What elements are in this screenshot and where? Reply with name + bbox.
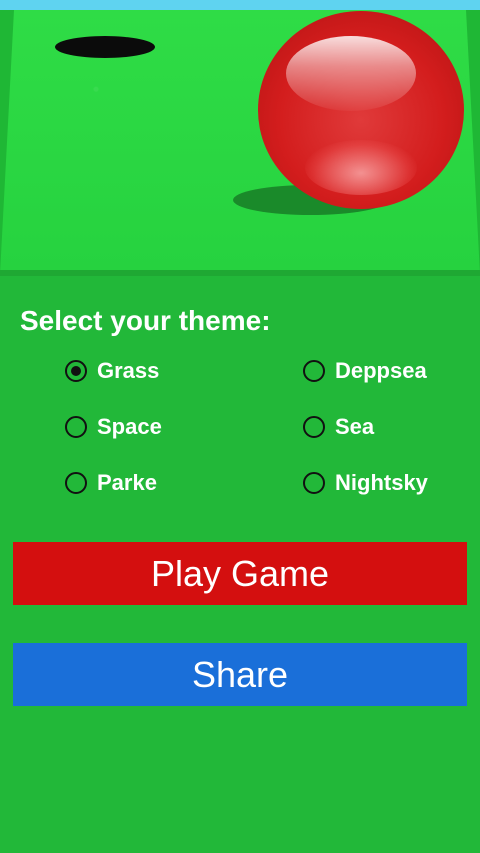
hole: [55, 36, 155, 58]
theme-label: Sea: [335, 414, 375, 439]
theme-label: Grass: [97, 358, 160, 383]
radio-sea[interactable]: [303, 416, 325, 438]
theme-option-space[interactable]: Space: [65, 414, 162, 440]
theme-option-nightsky[interactable]: Nightsky: [303, 470, 428, 496]
play-game-button[interactable]: Play Game: [13, 542, 467, 605]
theme-option-parke[interactable]: Parke: [65, 470, 157, 496]
theme-label: Deppsea: [335, 358, 427, 383]
radio-nightsky[interactable]: [303, 472, 325, 494]
board-left-wall: [0, 10, 14, 274]
theme-option-grass[interactable]: Grass: [65, 358, 159, 384]
radio-parke[interactable]: [65, 472, 87, 494]
theme-label: Parke: [97, 470, 157, 495]
radio-deppsea[interactable]: [303, 360, 325, 382]
theme-option-deppsea[interactable]: Deppsea: [303, 358, 427, 384]
theme-option-sea[interactable]: Sea: [303, 414, 374, 440]
theme-label: Nightsky: [335, 470, 428, 495]
theme-label: Space: [97, 414, 162, 439]
theme-prompt: Select your theme:: [20, 305, 271, 336]
board-right-wall: [466, 10, 480, 274]
share-button[interactable]: Share: [13, 643, 467, 706]
radio-space[interactable]: [65, 416, 87, 438]
ball-reflection: [305, 140, 417, 195]
radio-grass[interactable]: [65, 360, 87, 382]
ball-highlight: [286, 36, 416, 111]
